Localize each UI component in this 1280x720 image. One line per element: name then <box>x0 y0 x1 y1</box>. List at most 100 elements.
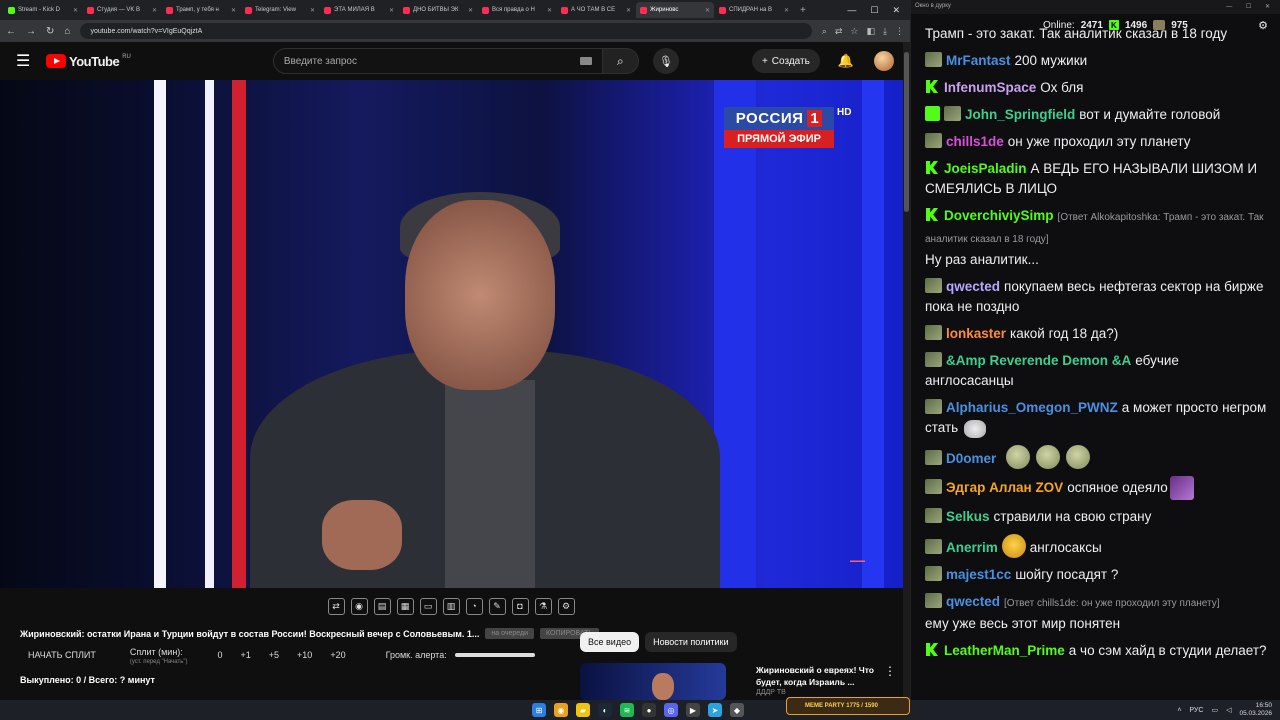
settings-gear-icon[interactable]: ⚙ <box>557 597 575 615</box>
reload-icon[interactable]: ↻ <box>46 26 54 37</box>
chat-username[interactable]: lonkaster <box>946 326 1006 341</box>
split-value-3[interactable]: +10 <box>297 650 312 660</box>
split-value-0[interactable]: 0 <box>218 650 223 660</box>
chat-settings-gear-icon[interactable]: ⚙ <box>1258 19 1268 32</box>
start-windows-icon[interactable]: ⊞ <box>532 703 546 717</box>
chip-all-videos[interactable]: Все видео <box>580 632 640 652</box>
back-icon[interactable]: ← <box>6 26 16 37</box>
chat-username[interactable]: qwected <box>946 594 1000 609</box>
download-icon[interactable]: ⤓ <box>883 26 887 37</box>
chat-username[interactable]: D0omer <box>946 451 996 466</box>
split-value-1[interactable]: +1 <box>241 650 251 660</box>
discord-icon[interactable]: ◎ <box>664 703 678 717</box>
home-icon[interactable]: ⌂ <box>64 26 70 37</box>
close-icon[interactable]: ✕ <box>784 7 789 14</box>
chat-username[interactable]: Alpharius_Omegon_PWNZ <box>946 400 1118 415</box>
hamburger-menu-icon[interactable]: ☰ <box>16 51 34 71</box>
recommended-channel[interactable]: ДДДР ТВ <box>756 689 786 696</box>
chat-username[interactable]: Selkus <box>946 509 990 524</box>
keyboard-icon[interactable] <box>579 57 592 65</box>
create-button[interactable]: + Создать <box>751 49 820 73</box>
screenshot-icon[interactable]: ◘ <box>511 597 529 615</box>
speed-icon[interactable]: ◔ <box>465 597 483 615</box>
tab-1[interactable]: Студия — VK В ✕ <box>83 2 161 18</box>
chat-username[interactable]: Эдгар Аллан ZOV <box>946 480 1063 495</box>
clapper-icon[interactable]: ▦ <box>396 597 414 615</box>
tab-2[interactable]: Трамп, у тебя н ✕ <box>162 2 240 18</box>
bookmark-star-icon[interactable]: ☆ <box>850 26 858 37</box>
start-split-button[interactable]: НАЧАТЬ СПЛИТ <box>20 647 104 663</box>
scrollbar-thumb[interactable] <box>904 52 909 212</box>
chat-username[interactable]: JoeisPaladin <box>944 161 1027 176</box>
chat-username[interactable]: John_Springfield <box>965 107 1075 122</box>
tray-chevron-icon[interactable]: ˄ <box>1177 707 1181 714</box>
tab-3[interactable]: Telegram: View ✕ <box>241 2 319 18</box>
chat-username[interactable]: qwected <box>946 279 1000 294</box>
close-icon[interactable]: ✕ <box>73 7 78 14</box>
spotify-icon[interactable]: ≋ <box>620 703 634 717</box>
network-icon[interactable]: ▭ <box>1211 706 1218 714</box>
close-icon[interactable]: ✕ <box>310 7 315 14</box>
close-icon[interactable]: ✕ <box>547 7 552 14</box>
close-window-icon[interactable]: ✕ <box>892 5 900 16</box>
notifications-bell-icon[interactable]: 🔔 <box>838 53 854 69</box>
chat-username[interactable]: chills1de <box>946 134 1004 149</box>
obs-icon[interactable]: ● <box>642 703 656 717</box>
split-value-4[interactable]: +20 <box>330 650 345 660</box>
close-icon[interactable]: ✕ <box>468 7 473 14</box>
page-scrollbar[interactable] <box>903 42 910 700</box>
url-field[interactable]: youtube.com/watch?v=VIgEuQqjztA <box>80 23 812 39</box>
tab-8-active[interactable]: Жириновс ✕ <box>636 2 714 18</box>
player-icon[interactable]: ▶ <box>686 703 700 717</box>
recommended-title[interactable]: Жириновский о евреях! Что будет, когда И… <box>756 664 876 688</box>
tab-6[interactable]: Вся правда о Н ✕ <box>478 2 556 18</box>
subtitle-icon[interactable]: ▥ <box>442 597 460 615</box>
video-player[interactable]: РОССИЯ 1 HD ПРЯМОЙ ЭФИР ▬▬▬ <box>0 80 903 588</box>
pip-icon[interactable]: ▭ <box>419 597 437 615</box>
audio-icon[interactable]: ◉ <box>350 597 368 615</box>
chat-window-controls[interactable]: — ☐ ✕ <box>1226 3 1276 11</box>
more-options-icon[interactable]: ⋮ <box>884 664 896 678</box>
alert-volume-slider[interactable] <box>454 653 535 657</box>
minimize-icon[interactable]: — <box>847 5 856 16</box>
extension-icon[interactable]: ◧ <box>867 26 876 37</box>
steam-icon[interactable]: ◐ <box>598 703 612 717</box>
recommended-thumbnail[interactable] <box>580 663 726 700</box>
chat-username[interactable]: DoverchiviySimp <box>944 208 1054 223</box>
stats-icon[interactable]: ▤ <box>373 597 391 615</box>
forward-icon[interactable]: → <box>26 26 36 37</box>
volume-icon[interactable]: ◁ <box>1226 706 1231 714</box>
telegram-icon[interactable]: ➤ <box>708 703 722 717</box>
chat-username[interactable]: Anerrim <box>946 540 998 555</box>
close-icon[interactable]: ✕ <box>152 7 157 14</box>
avatar[interactable] <box>874 51 894 71</box>
search-button[interactable]: ⌕ <box>602 48 639 74</box>
tab-5[interactable]: ДНО БИТВЫ ЭК ✕ <box>399 2 477 18</box>
close-icon[interactable]: ✕ <box>705 7 710 14</box>
new-tab-icon[interactable]: + <box>794 5 812 16</box>
lens-icon[interactable]: ⌕ <box>822 26 827 37</box>
search-input[interactable]: Введите запрос <box>272 48 603 74</box>
to-queue-button[interactable]: на очереди <box>485 628 535 639</box>
menu-icon[interactable]: ⋮ <box>895 26 904 37</box>
tab-0[interactable]: Stream - Kick D ✕ <box>4 2 82 18</box>
chat-username[interactable]: majest1cc <box>946 567 1011 582</box>
clock[interactable]: 16:50 05.03.2026 <box>1239 702 1272 718</box>
translate-icon[interactable]: ⇄ <box>835 26 843 37</box>
flask-icon[interactable]: ⚗ <box>534 597 552 615</box>
youtube-logo[interactable]: YouTube RU <box>46 54 131 69</box>
meme-party-widget[interactable]: MEME PARTY 1775 / 1590 <box>786 697 910 715</box>
chrome-icon[interactable]: ◉ <box>554 703 568 717</box>
app-icon[interactable]: ◆ <box>730 703 744 717</box>
close-icon[interactable]: ✕ <box>389 7 394 14</box>
reply-quote[interactable]: [Ответ chills1de: он уже проходил эту пл… <box>1004 598 1219 609</box>
tab-9[interactable]: СПИДРАН на В ✕ <box>715 2 793 18</box>
chat-username[interactable]: LeatherMan_Prime <box>944 643 1065 658</box>
chat-username[interactable]: MrFantast <box>946 53 1011 68</box>
trim-icon[interactable]: ✎ <box>488 597 506 615</box>
close-icon[interactable]: ✕ <box>626 7 631 14</box>
split-value-2[interactable]: +5 <box>269 650 279 660</box>
microphone-icon[interactable]: 🎙 <box>652 48 679 74</box>
close-icon[interactable]: ✕ <box>231 7 236 14</box>
language-indicator[interactable]: РУС <box>1189 707 1203 714</box>
